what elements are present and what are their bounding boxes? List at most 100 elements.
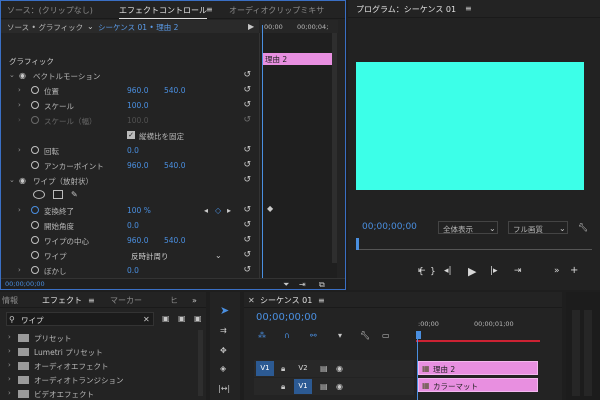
add-keyframe-icon[interactable]: ◇ xyxy=(215,206,221,215)
reset-icon[interactable]: ↺ xyxy=(243,160,251,170)
row-rotation[interactable]: › 回転 0.0 ↺ xyxy=(1,143,259,158)
clip-v2[interactable]: ▦ 理由 2 xyxy=(418,361,538,375)
reset-icon[interactable]: ↺ xyxy=(243,250,251,260)
row-vector-motion[interactable]: ⌄ ◉ ベクトルモーション ↺ xyxy=(1,68,259,83)
timeline-ruler[interactable]: :00;00 00;00;01;00 xyxy=(416,314,562,344)
reset-icon[interactable]: ↺ xyxy=(243,175,251,185)
timeline-timecode[interactable]: 00;00;00;00 xyxy=(256,312,317,323)
list-item[interactable]: › Lumetri プリセット xyxy=(8,346,188,359)
export-icon[interactable]: ⇥ xyxy=(299,280,306,289)
go-to-in-icon[interactable]: ⇤ xyxy=(418,266,426,276)
expand-triangle-icon[interactable]: › xyxy=(18,206,21,214)
tab-effect-controls[interactable]: エフェクトコントロール xyxy=(119,5,207,19)
wipe-direction-select[interactable]: 反時計周り xyxy=(131,251,169,262)
expand-triangle-icon[interactable]: › xyxy=(18,86,21,94)
hamburger-menu-icon[interactable]: ≡ xyxy=(206,5,213,14)
eye-icon[interactable]: ◉ xyxy=(336,364,343,373)
effects-search-input[interactable]: ワイプ xyxy=(21,315,44,326)
program-timecode[interactable]: 00;00;00;00 xyxy=(362,222,417,232)
list-item[interactable]: › オーディオトランジション xyxy=(8,374,188,387)
quality-select[interactable]: フル画質 ⌄ xyxy=(508,221,568,234)
next-keyframe-icon[interactable]: ▸ xyxy=(227,206,231,215)
ripple-edit-tool-icon[interactable]: ✥ xyxy=(220,346,227,355)
sync-lock-icon[interactable]: ▤ xyxy=(320,382,328,391)
rotation-value[interactable]: 0.0 xyxy=(127,146,139,155)
scrollbar-vertical[interactable] xyxy=(332,33,337,263)
step-back-icon[interactable]: ◂| xyxy=(444,266,452,276)
work-area-bar[interactable] xyxy=(416,340,540,342)
go-to-out-icon[interactable]: ⇥ xyxy=(514,266,522,276)
clip-v1[interactable]: ▦ カラーマット xyxy=(418,378,538,392)
prev-keyframe-icon[interactable]: ◂ xyxy=(204,206,208,215)
wipe-center-x-value[interactable]: 960.0 xyxy=(127,236,148,245)
expand-triangle-icon[interactable]: › xyxy=(8,361,11,369)
track-target-v1[interactable]: V1 xyxy=(294,379,312,394)
list-item[interactable]: › オーディオエフェクト xyxy=(8,360,188,373)
keyframe-icon[interactable]: ◆ xyxy=(267,204,273,213)
stopwatch-icon[interactable] xyxy=(31,251,39,259)
tab-history[interactable]: ヒ xyxy=(170,295,178,306)
tab-markers[interactable]: マーカー xyxy=(110,295,142,306)
row-anchor-point[interactable]: アンカーポイント 960.0 540.0 ↺ xyxy=(1,158,259,173)
reset-icon[interactable]: ↺ xyxy=(243,265,251,275)
program-monitor-title[interactable]: プログラム：シーケンス 01 xyxy=(356,4,456,15)
filter-icon[interactable]: ⏷ xyxy=(283,280,289,289)
track-select-tool-icon[interactable]: ⇉ xyxy=(220,326,227,335)
stopwatch-icon[interactable] xyxy=(31,86,39,94)
play-icon[interactable]: ▶ xyxy=(468,265,476,278)
razor-tool-icon[interactable]: ◈ xyxy=(220,364,226,373)
sequence-label[interactable]: シーケンス 01 • 理由 2 xyxy=(98,22,178,33)
captions-icon[interactable]: ▭ xyxy=(382,331,390,340)
tab-sequence[interactable]: シーケンス 01 xyxy=(260,295,312,306)
list-item[interactable]: › プリセット xyxy=(8,332,188,345)
export-frame-icon[interactable]: » xyxy=(554,266,560,276)
start-angle-value[interactable]: 0.0 xyxy=(127,221,139,230)
program-scrub-bar[interactable] xyxy=(356,240,592,250)
sync-lock-icon[interactable]: ▤ xyxy=(320,364,328,373)
clear-search-icon[interactable]: ✕ xyxy=(143,315,150,324)
expand-triangle-icon[interactable]: › xyxy=(8,333,11,341)
expand-triangle-icon[interactable]: › xyxy=(8,347,11,355)
program-playhead[interactable] xyxy=(356,238,359,250)
play-right-icon[interactable]: ▶ xyxy=(248,22,254,31)
hamburger-menu-icon[interactable]: ≡ xyxy=(465,4,472,13)
clip-bar[interactable]: 理由 2 xyxy=(262,53,332,65)
position-x-value[interactable]: 960.0 xyxy=(127,86,148,95)
nudge-icon[interactable]: ⧉ xyxy=(319,280,325,289)
linked-selection-icon[interactable]: ⚯ xyxy=(310,331,317,340)
more-tabs-icon[interactable]: » xyxy=(192,296,197,305)
eye-icon[interactable]: ◉ xyxy=(19,176,26,185)
row-feather[interactable]: › ぼかし 0.0 ↺ xyxy=(1,263,259,278)
row-transition-complete[interactable]: › 変換終了 100 % ◂ ◇ ▸ ↺ xyxy=(1,203,259,218)
accelerated-effects-icon[interactable]: ▣ xyxy=(162,314,170,323)
stopwatch-icon[interactable] xyxy=(31,236,39,244)
anchor-y-value[interactable]: 540.0 xyxy=(164,161,185,170)
source-label[interactable]: ソース • グラフィック xyxy=(7,22,83,33)
add-button-icon[interactable]: + xyxy=(570,265,578,276)
reset-icon[interactable]: ↺ xyxy=(243,205,251,215)
expand-triangle-icon[interactable]: › xyxy=(8,389,11,397)
playhead-line[interactable] xyxy=(262,25,263,281)
track-target-v2[interactable]: V2 xyxy=(294,361,312,376)
wipe-center-y-value[interactable]: 540.0 xyxy=(164,236,185,245)
hamburger-menu-icon[interactable]: ≡ xyxy=(318,296,325,305)
anchor-x-value[interactable]: 960.0 xyxy=(127,161,148,170)
step-forward-icon[interactable]: |▸ xyxy=(490,266,498,276)
effects-search-bar[interactable]: ⚲ ワイプ ✕ xyxy=(6,312,154,326)
expand-triangle-icon[interactable]: › xyxy=(18,266,21,274)
source-patch-v1[interactable]: V1 xyxy=(256,361,274,376)
track-header-v1[interactable]: 🔒︎ V1 ▤ ◉ xyxy=(254,378,414,395)
row-wipe-center[interactable]: ワイプの中心 960.0 540.0 ↺ xyxy=(1,233,259,248)
expand-triangle-icon[interactable]: › xyxy=(18,101,21,109)
reset-icon[interactable]: ↺ xyxy=(243,100,251,110)
stopwatch-icon[interactable] xyxy=(31,266,39,274)
stopwatch-icon[interactable] xyxy=(31,161,39,169)
position-y-value[interactable]: 540.0 xyxy=(164,86,185,95)
tab-effects[interactable]: エフェクト xyxy=(42,295,82,306)
disclosure-triangle-icon[interactable]: ⌄ xyxy=(9,176,15,184)
selection-tool-icon[interactable]: ➤ xyxy=(220,305,229,316)
nest-icon[interactable]: ⁂ xyxy=(258,331,266,340)
reset-icon[interactable]: ↺ xyxy=(243,85,251,95)
add-marker-icon[interactable]: ▾ xyxy=(338,331,342,340)
disclosure-triangle-icon[interactable]: ⌄ xyxy=(9,71,15,79)
